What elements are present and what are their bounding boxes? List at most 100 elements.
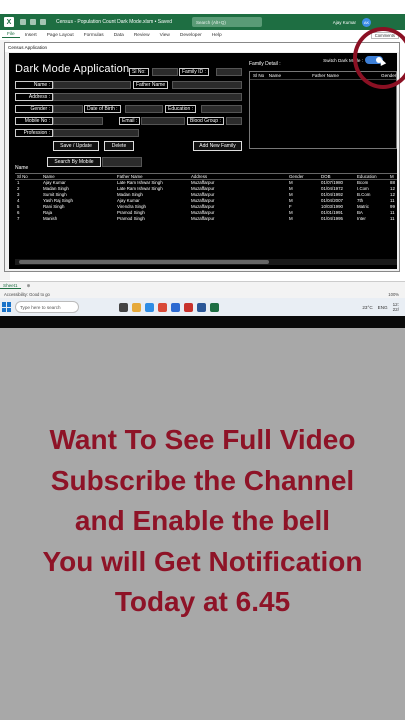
- tab-insert[interactable]: Insert: [20, 33, 42, 38]
- email-label: Email :: [119, 117, 141, 125]
- photoshop-icon[interactable]: [171, 302, 180, 312]
- dark-form: Dark Mode Application Switch Dark Mode :…: [9, 53, 397, 269]
- windows-taskbar: Type here to search 23°C ENG 12: 22/: [0, 298, 405, 316]
- caption-line: Subscribe the Channel: [50, 464, 355, 496]
- tab-review[interactable]: Review: [129, 33, 155, 38]
- save-update-button[interactable]: Save / Update: [53, 141, 99, 151]
- document-title: Census - Population Count Dark Mode.xlsm…: [56, 19, 172, 25]
- table-row[interactable]: 7 Manish Pramod Singh Muzaffarpur M 01/04/199…: [15, 216, 397, 222]
- screen-bezel: [0, 316, 405, 328]
- taskbar-search[interactable]: Type here to search: [15, 301, 79, 313]
- address-label: Address :: [15, 93, 53, 101]
- sl-no-label: Sl No:: [129, 68, 149, 76]
- tab-formulas[interactable]: Formulas: [79, 33, 109, 38]
- system-tray: 23°C ENG 12: 22/: [362, 302, 399, 312]
- family-id-field[interactable]: [216, 68, 242, 76]
- records-grid[interactable]: Sl No Name Father Name Address Gender DO…: [15, 173, 397, 259]
- search-box[interactable]: Search (Alt+Q): [191, 17, 262, 27]
- cell-sl-no: 7: [17, 216, 20, 221]
- col-mobile: M: [390, 174, 394, 179]
- horizontal-scrollbar[interactable]: [15, 259, 397, 265]
- search-mobile-field[interactable]: [102, 157, 142, 167]
- scrollbar-thumb[interactable]: [19, 260, 269, 264]
- promo-caption: Want To See Full Video Subscribe the Cha…: [0, 420, 405, 623]
- dob-label: Date of Birth :: [84, 105, 121, 113]
- tab-help[interactable]: Help: [207, 33, 227, 38]
- grid-body: 1 Ajay Kumar Late Ram Ishwar Singh Muzaffar…: [15, 180, 397, 222]
- cell-education: Inter: [357, 216, 366, 221]
- ribbon-tabs: File Insert Page Layout Formulas Data Re…: [0, 30, 405, 40]
- blood-group-field[interactable]: [226, 117, 242, 125]
- screenshot-region: X Census - Population Count Dark Mode.xl…: [0, 0, 405, 328]
- education-field[interactable]: [201, 105, 242, 113]
- tab-developer[interactable]: Developer: [175, 33, 207, 38]
- user-name: Ajay Kumar: [332, 19, 356, 25]
- sheet-tabs: Sheet1 ⊕: [0, 281, 405, 290]
- accessibility-status[interactable]: Accessibility: Good to go: [4, 292, 50, 297]
- title-bar: X Census - Population Count Dark Mode.xl…: [0, 14, 405, 30]
- family-detail-label: Family Detail :: [249, 61, 281, 67]
- col-dob: DOB: [321, 174, 331, 179]
- tab-page-layout[interactable]: Page Layout: [42, 33, 79, 38]
- family-id-label: Family ID :: [179, 68, 209, 76]
- task-view-icon[interactable]: [119, 302, 128, 312]
- dob-field[interactable]: [125, 105, 163, 113]
- chrome-icon[interactable]: [158, 302, 167, 312]
- father-name-field[interactable]: [172, 81, 242, 89]
- app-title: Dark Mode Application: [15, 63, 130, 75]
- taskbar-search-text: Type here to search: [20, 304, 61, 310]
- delete-button[interactable]: Delete: [104, 141, 134, 151]
- sheet-tab[interactable]: Sheet1: [0, 283, 21, 289]
- word-icon[interactable]: [197, 302, 206, 312]
- mobile-field[interactable]: [53, 117, 103, 125]
- cell-father-name: Pramod Singh: [117, 216, 145, 221]
- name-field[interactable]: [53, 81, 131, 89]
- profession-field[interactable]: [53, 129, 139, 137]
- search-by-mobile-button[interactable]: Search By Mobile: [47, 157, 101, 167]
- col-education: Education: [357, 174, 377, 179]
- clock[interactable]: 12: 22/: [393, 302, 399, 312]
- sl-no-field[interactable]: [152, 68, 178, 76]
- quick-access-toolbar: [20, 19, 46, 25]
- census-dialog: Census Application Dark Mode Application…: [4, 42, 400, 272]
- zoom-level[interactable]: 100%: [388, 292, 399, 297]
- caption-line: Today at 6.45: [114, 586, 291, 618]
- gender-label: Gender :: [15, 105, 53, 113]
- blood-group-label: Blood Group :: [187, 117, 224, 125]
- name-list-label: Name: [15, 165, 29, 171]
- profession-label: Profession :: [15, 129, 53, 137]
- windows-start-icon[interactable]: [2, 302, 12, 312]
- caption-line: You will Get Notification: [42, 545, 363, 577]
- address-field[interactable]: [53, 93, 242, 101]
- col-gender: Gender: [289, 174, 304, 179]
- cell-gender: M: [289, 216, 293, 221]
- family-col-slno: Sl No: [253, 73, 265, 78]
- col-address: Address: [191, 174, 208, 179]
- tab-view[interactable]: View: [155, 33, 175, 38]
- edge-icon[interactable]: [145, 302, 154, 312]
- caption-line: and Enable the bell: [74, 505, 331, 537]
- clock-date: 22/: [392, 307, 399, 312]
- email-field[interactable]: [141, 117, 185, 125]
- excel-taskbar-icon[interactable]: [210, 302, 219, 312]
- add-new-family-button[interactable]: Add New Family: [193, 141, 242, 151]
- mobile-label: Mobile No :: [15, 117, 53, 125]
- tab-file[interactable]: File: [2, 32, 20, 38]
- cell-dob: 01/04/1995: [321, 216, 343, 221]
- add-sheet-icon[interactable]: ⊕: [27, 283, 31, 289]
- powerpoint-icon[interactable]: [184, 302, 193, 312]
- gender-field[interactable]: [53, 105, 83, 113]
- cell-name: Manish: [43, 216, 58, 221]
- avatar[interactable]: AK: [362, 17, 371, 27]
- education-label: Education :: [165, 105, 197, 113]
- excel-icon: X: [4, 17, 14, 27]
- father-name-label: Father Name: [133, 81, 169, 89]
- autosave-icon[interactable]: [20, 19, 26, 25]
- undo-icon[interactable]: [40, 19, 46, 25]
- language-indicator[interactable]: ENG: [378, 305, 388, 310]
- save-icon[interactable]: [30, 19, 36, 25]
- file-explorer-icon[interactable]: [132, 302, 141, 312]
- col-sl-no: Sl No: [17, 174, 28, 179]
- weather-temp[interactable]: 23°C: [362, 305, 372, 310]
- tab-data[interactable]: Data: [109, 33, 129, 38]
